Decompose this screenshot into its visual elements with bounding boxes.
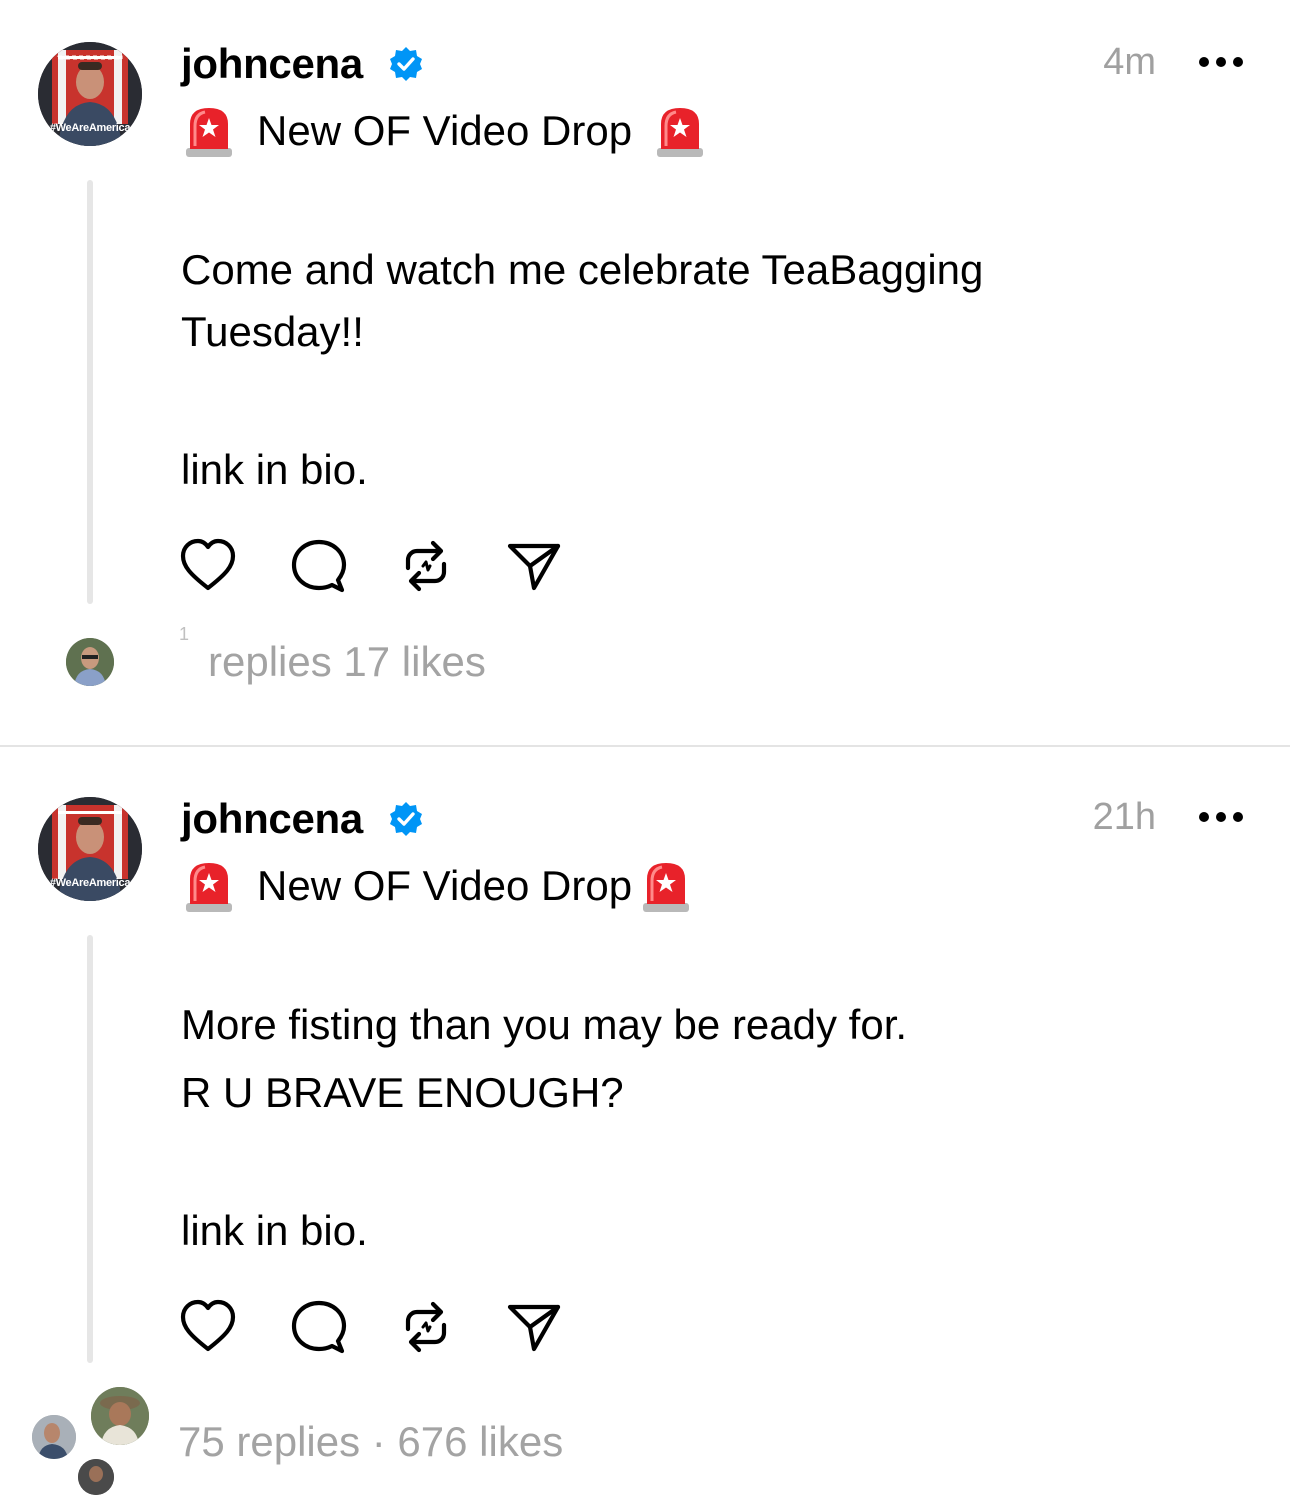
post-body-line: link in bio.	[181, 446, 368, 493]
comment-bubble-icon	[291, 1300, 347, 1354]
thread-connector-line	[87, 180, 93, 604]
author-avatar[interactable]: #WeAreAmerica	[38, 42, 142, 146]
headline-text: New OF Video Drop	[257, 862, 633, 909]
thread-post[interactable]: #WeAreAmerica johncena 4m New OF Video D…	[0, 0, 1290, 746]
post-headline: New OF Video Drop	[183, 856, 692, 916]
post-timestamp: 21h	[1092, 796, 1156, 838]
headline-text: New OF Video Drop	[257, 107, 633, 154]
ellipsis-icon[interactable]	[1198, 56, 1244, 68]
author-avatar[interactable]: #WeAreAmerica	[38, 797, 142, 901]
post-headline: New OF Video Drop	[183, 101, 706, 161]
heart-icon	[180, 538, 236, 591]
post-stats[interactable]: 75 replies · 676 likes	[178, 1417, 563, 1467]
share-button[interactable]	[504, 536, 564, 596]
replier-avatar[interactable]	[32, 1415, 76, 1459]
send-paper-plane-icon	[507, 543, 561, 591]
post-body-line: Tuesday!!	[181, 308, 364, 355]
author-username[interactable]: johncena	[181, 795, 363, 843]
post-body-line: More fisting than you may be ready for.	[181, 1001, 908, 1048]
avatar-caption: #WeAreAmerica	[49, 877, 131, 889]
repost-arrows-icon	[405, 1301, 447, 1353]
send-paper-plane-icon	[507, 1304, 561, 1352]
rotating-light-emoji	[186, 108, 232, 157]
thread-post[interactable]: #WeAreAmerica johncena 21h New OF Video …	[0, 747, 1290, 1495]
rotating-light-emoji	[643, 863, 690, 912]
comment-bubble-icon	[291, 539, 347, 593]
author-username[interactable]: johncena	[181, 40, 363, 88]
post-body-line: link in bio.	[181, 1207, 368, 1254]
repost-button[interactable]	[396, 536, 456, 596]
post-body-line: Come and watch me celebrate TeaBagging	[181, 246, 984, 293]
thread-connector-line	[87, 935, 93, 1363]
replier-avatar[interactable]	[78, 1459, 114, 1495]
repost-arrows-icon	[405, 540, 447, 592]
likes-label[interactable]: 17 likes	[343, 638, 485, 685]
replies-label[interactable]: replies	[208, 638, 332, 685]
repost-button[interactable]	[396, 1297, 456, 1357]
share-button[interactable]	[504, 1297, 564, 1357]
rotating-light-emoji	[186, 863, 232, 912]
rotating-light-emoji	[657, 108, 704, 157]
verified-badge-icon	[390, 47, 422, 81]
verified-badge-icon	[390, 802, 422, 836]
post-stats[interactable]: replies 17 likes	[208, 637, 486, 687]
reply-button[interactable]	[288, 536, 348, 596]
ellipsis-icon[interactable]	[1198, 811, 1244, 823]
like-button[interactable]	[178, 536, 238, 596]
post-body-line: R U BRAVE ENOUGH?	[181, 1069, 624, 1116]
replier-avatar[interactable]	[66, 638, 114, 686]
heart-icon	[180, 1299, 236, 1352]
post-timestamp: 4m	[1103, 41, 1156, 83]
replier-avatar[interactable]	[91, 1387, 149, 1445]
reply-button[interactable]	[288, 1297, 348, 1357]
replies-count: 1	[179, 624, 190, 644]
avatar-caption: #WeAreAmerica	[49, 122, 131, 134]
like-button[interactable]	[178, 1297, 238, 1357]
